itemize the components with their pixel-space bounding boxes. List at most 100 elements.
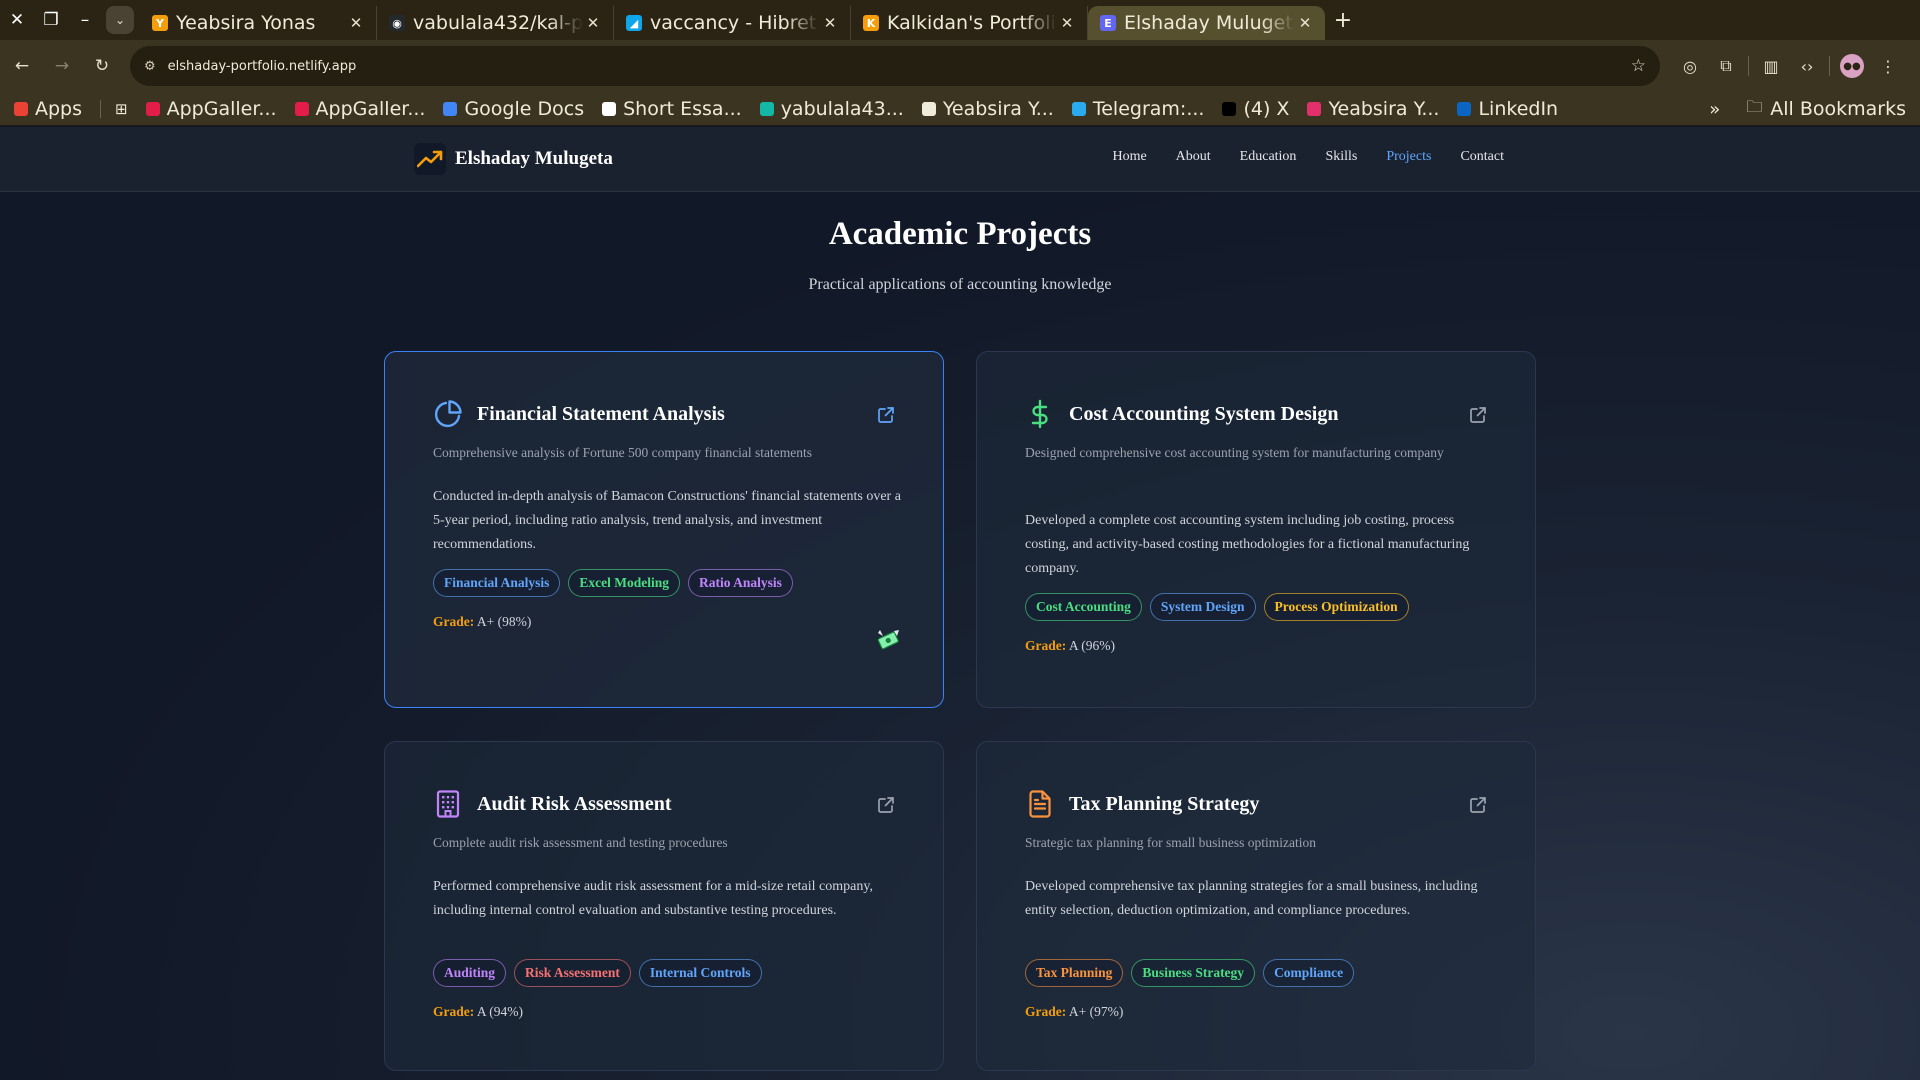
bookmark-list: Apps ⊞ AppGaller... AppGaller... Google Docs… xyxy=(14,98,1576,120)
more-bookmarks-icon[interactable]: » xyxy=(1709,99,1720,120)
bookmark-item[interactable]: Yeabsira Y... xyxy=(921,98,1054,120)
project-tags: Financial Analysis Excel Modeling Ratio An… xyxy=(433,569,801,597)
tab-title: Yeabsira Yonas xyxy=(176,12,316,34)
new-tab-button[interactable]: + xyxy=(1325,8,1361,33)
project-card[interactable]: Audit Risk Assessment Complete audit risk… xyxy=(384,741,944,1071)
project-title: Audit Risk Assessment xyxy=(477,792,672,815)
restore-window-icon[interactable]: ❐ xyxy=(34,0,68,40)
project-card[interactable]: Cost Accounting System Design Designed co… xyxy=(976,351,1536,708)
bookmark-item[interactable]: yabulala43... xyxy=(759,98,904,120)
skill-tag: Tax Planning xyxy=(1025,959,1124,987)
project-description: Conducted in-depth analysis of Bamacon C… xyxy=(433,489,901,552)
project-tags: Tax Planning Business Strategy Compliance xyxy=(1025,959,1362,987)
toolbar-divider xyxy=(1748,56,1749,76)
back-arrow-icon[interactable]: ← xyxy=(4,48,40,84)
bookmark-favicon-icon xyxy=(1222,101,1237,116)
bookmark-favicon-icon xyxy=(294,101,309,116)
external-link-icon[interactable] xyxy=(877,796,895,814)
menu-kebab-icon[interactable]: ⋮ xyxy=(1870,48,1906,84)
project-tags: Cost Accounting System Design Process Opti… xyxy=(1025,593,1417,621)
bookmark-star-icon[interactable]: ☆ xyxy=(1631,56,1646,76)
nav-link-education[interactable]: Education xyxy=(1240,149,1297,165)
external-link-icon[interactable] xyxy=(877,406,895,424)
bookmark-item[interactable]: AppGaller... xyxy=(145,97,277,120)
grade-value: A+ (98%) xyxy=(476,614,532,629)
site-info-icon[interactable]: ⚙ xyxy=(144,59,156,74)
tab-close-icon[interactable]: ✕ xyxy=(583,14,603,32)
close-window-icon[interactable]: ✕ xyxy=(0,0,34,40)
brand-name: Elshaday Mulugeta xyxy=(455,148,613,169)
project-card-header: Tax Planning Strategy xyxy=(1025,789,1259,819)
document-icon xyxy=(1025,789,1055,819)
profile-avatar[interactable]: ●● xyxy=(1834,48,1870,84)
skill-tag: Compliance xyxy=(1263,959,1355,987)
bookmark-favicon-icon xyxy=(443,101,458,116)
bookmark-item[interactable]: Yeabsira Y... xyxy=(1307,98,1439,120)
skill-tag: Cost Accounting xyxy=(1025,593,1142,621)
bookmark-favicon-icon xyxy=(145,101,160,116)
tab-close-icon[interactable]: ✕ xyxy=(346,14,366,32)
project-title: Cost Accounting System Design xyxy=(1069,402,1339,425)
bookmark-item[interactable]: (4) X xyxy=(1222,98,1289,120)
tab-close-icon[interactable]: ✕ xyxy=(1057,14,1077,32)
project-description: Developed a complete cost accounting sys… xyxy=(1025,513,1470,576)
nav-link-about[interactable]: About xyxy=(1176,149,1211,165)
skill-tag: System Design xyxy=(1149,593,1256,621)
project-card[interactable]: Tax Planning Strategy Strategic tax plann… xyxy=(976,741,1536,1071)
all-bookmarks-button[interactable]: 🗀 All Bookmarks xyxy=(1746,96,1906,123)
bookmark-item[interactable]: Short Essa... xyxy=(602,98,742,120)
external-link-icon[interactable] xyxy=(1469,406,1487,424)
skill-tag: Excel Modeling xyxy=(568,569,681,597)
bookmark-label: Yeabsira Y... xyxy=(1328,97,1440,120)
nav-link-projects[interactable]: Projects xyxy=(1386,149,1431,165)
tab-close-icon[interactable]: ✕ xyxy=(820,14,840,32)
project-description: Developed comprehensive tax planning str… xyxy=(1025,879,1478,918)
project-title: Financial Statement Analysis xyxy=(477,402,725,425)
browser-tab[interactable]: E Elshaday Mulugeta ✕ xyxy=(1088,6,1325,40)
nav-link-skills[interactable]: Skills xyxy=(1325,149,1357,165)
project-card-header: Cost Accounting System Design xyxy=(1025,399,1338,429)
tab-groups-grid-icon[interactable]: ⊞ xyxy=(115,100,128,118)
forward-arrow-icon[interactable]: → xyxy=(44,48,80,84)
skill-tag: Auditing xyxy=(433,959,507,987)
bookmark-favicon-icon xyxy=(921,101,936,116)
bookmark-item[interactable]: AppGaller... xyxy=(294,98,425,120)
nav-link-home[interactable]: Home xyxy=(1112,149,1146,165)
bookmark-item[interactable]: Google Docs xyxy=(443,98,584,120)
address-bar[interactable]: ⚙ elshaday-portfolio.netlify.app ☆ xyxy=(130,46,1660,86)
bookmark-favicon-icon xyxy=(1071,101,1086,116)
project-card-header: Financial Statement Analysis xyxy=(433,399,725,429)
tab-search-chevron-icon[interactable]: ⌄ xyxy=(106,6,134,34)
reading-mode-icon[interactable]: ▥ xyxy=(1753,48,1789,84)
bookmark-divider xyxy=(100,99,102,118)
project-subtitle: Comprehensive analysis of Fortune 500 co… xyxy=(433,445,813,460)
tab-strip: Y Yeabsira Yonas ✕ ◉ vabulala432/kal-portfol… xyxy=(140,0,1325,40)
browser-tab[interactable]: K Kalkidan's Portfolio ✕ xyxy=(851,6,1088,40)
section-title: Academic Projects xyxy=(828,216,1092,252)
dollar-icon xyxy=(1025,399,1055,429)
bookmark-item[interactable]: Telegram:... xyxy=(1071,98,1204,120)
project-tags: Auditing Risk Assessment Internal Controls xyxy=(433,959,770,987)
bookmark-favicon-icon xyxy=(14,101,28,116)
url-text[interactable]: elshaday-portfolio.netlify.app xyxy=(168,59,1631,74)
browser-tab[interactable]: ◉ vabulala432/kal-portfolio✕ xyxy=(377,6,614,40)
brand[interactable]: Elshaday Mulugeta xyxy=(414,143,613,175)
bookmark-item[interactable]: Apps xyxy=(14,98,82,120)
devtools-code-icon[interactable]: ‹› xyxy=(1789,48,1825,84)
skill-tag: Ratio Analysis xyxy=(688,569,793,597)
browser-tab[interactable]: ◢ vaccancy - Hibret ✕ xyxy=(614,6,851,40)
project-card[interactable]: Financial Statement Analysis Comprehensiv… xyxy=(384,351,944,708)
folder-icon: 🗀 xyxy=(1746,96,1763,116)
minimize-window-icon[interactable]: – xyxy=(68,0,102,40)
browser-tab[interactable]: Y Yeabsira Yonas ✕ xyxy=(140,6,377,40)
nav-link-contact[interactable]: Contact xyxy=(1460,149,1504,165)
reload-icon[interactable]: ↻ xyxy=(84,48,120,84)
extensions-puzzle-icon[interactable]: ⧉ xyxy=(1708,48,1744,84)
bookmark-item[interactable]: LinkedIn xyxy=(1457,98,1558,120)
bookmark-label: AppGaller... xyxy=(166,97,277,120)
external-link-icon[interactable] xyxy=(1469,796,1487,814)
skill-tag: Risk Assessment xyxy=(514,959,631,987)
incognito-icon[interactable]: ◎ xyxy=(1672,48,1708,84)
bookmark-label: Apps xyxy=(35,97,83,120)
tab-close-icon[interactable]: ✕ xyxy=(1295,14,1315,32)
